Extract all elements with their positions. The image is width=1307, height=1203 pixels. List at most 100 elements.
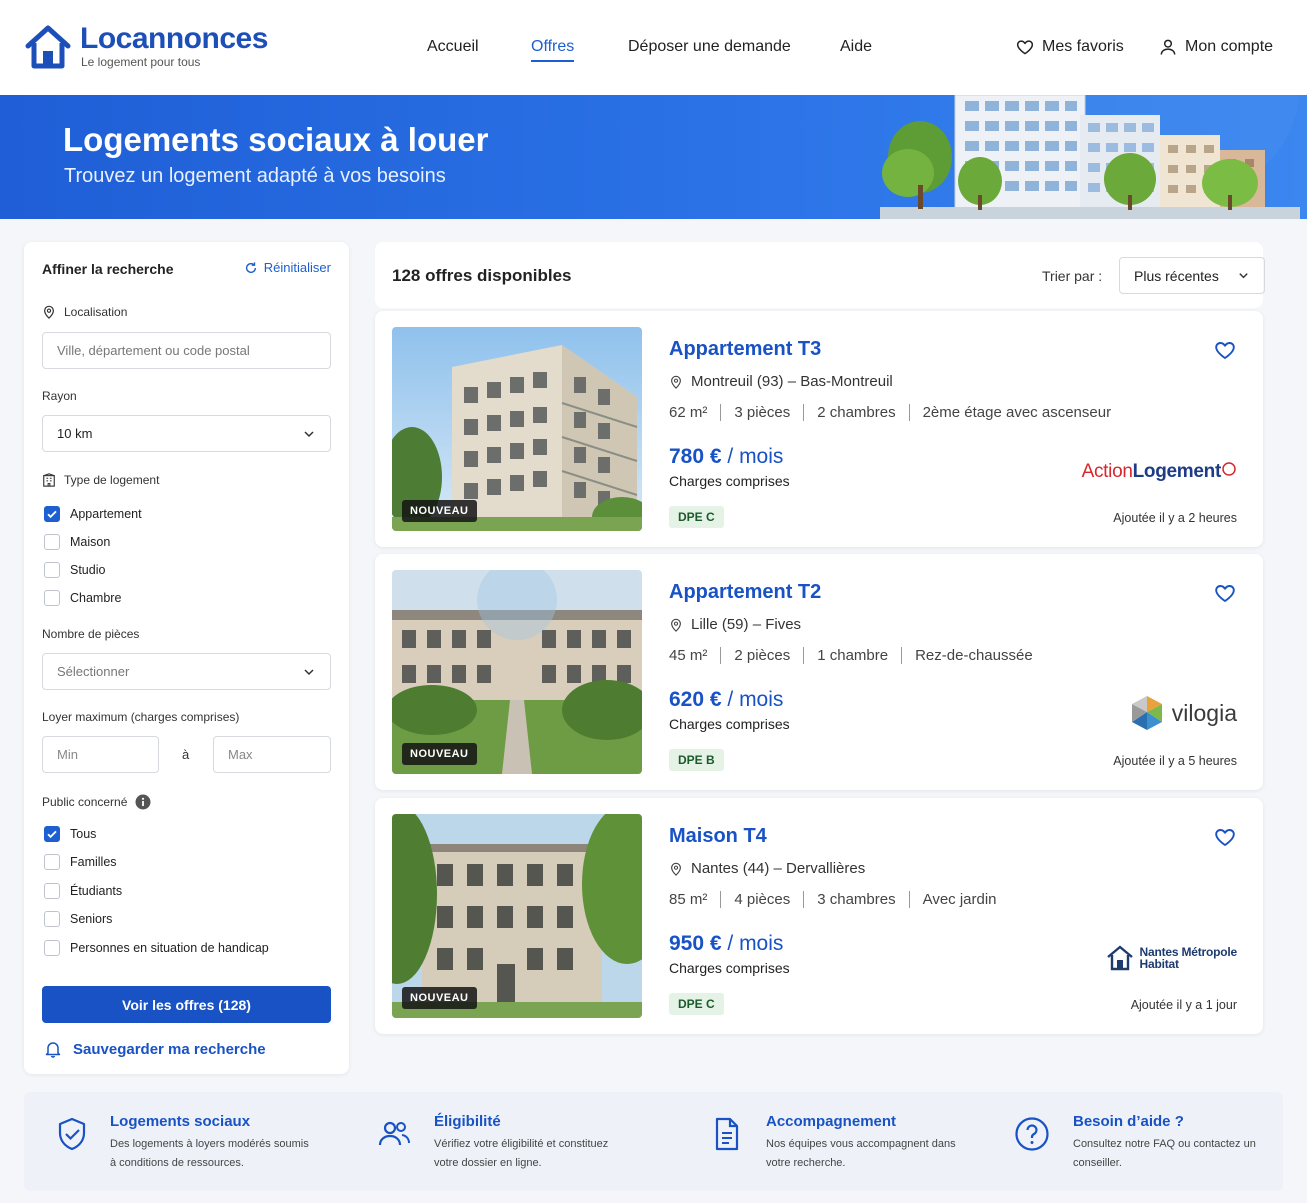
listing-photo[interactable]: NOUVEAU bbox=[392, 814, 642, 1018]
provider-name: vilogia bbox=[1171, 699, 1237, 726]
map-pin-icon bbox=[671, 862, 681, 876]
feature-desc: Consultez notre FAQ ou contactez un cons… bbox=[1073, 1138, 1256, 1169]
sort-select[interactable]: Plus récentes bbox=[1119, 257, 1265, 294]
nmh-house-icon bbox=[1106, 945, 1133, 971]
filters-panel: Affiner la recherche Réinitialiser Local… bbox=[24, 242, 349, 1074]
listing-specs: 85 m² 4 pièces 3 chambres Avec jardin bbox=[669, 891, 997, 908]
provider-logo-actionlogement: ActionLogement bbox=[1082, 461, 1237, 483]
spec-divider bbox=[720, 891, 722, 908]
spec-divider bbox=[908, 404, 910, 421]
checkbox-label: Familles bbox=[70, 855, 117, 869]
spec-bedrooms: 3 chambres bbox=[817, 891, 896, 908]
checkbox-appartement[interactable]: Appartement bbox=[44, 506, 142, 522]
rent-label: Loyer maximum (charges comprises) bbox=[42, 710, 240, 724]
provider-mark-icon bbox=[1222, 462, 1236, 476]
listing-card[interactable]: NOUVEAU Appartement T3 Montreuil (93) – … bbox=[375, 311, 1263, 547]
checkbox-unchecked[interactable] bbox=[44, 911, 60, 927]
listing-specs: 62 m² 3 pièces 2 chambres 2ème étage ave… bbox=[669, 404, 1111, 421]
reset-button[interactable]: Réinitialiser bbox=[244, 260, 331, 275]
checkbox-unchecked[interactable] bbox=[44, 940, 60, 956]
checkbox-etudiants[interactable]: Étudiants bbox=[44, 883, 122, 899]
nav-accueil[interactable]: Accueil bbox=[427, 38, 479, 60]
users-icon bbox=[378, 1121, 410, 1146]
account-link[interactable]: Mon compte bbox=[1158, 37, 1273, 57]
feature-besoin-aide[interactable]: Besoin d’aide ? Consultez notre FAQ ou c… bbox=[1014, 1092, 1274, 1191]
spec-divider bbox=[803, 891, 805, 908]
listing-charges: Charges comprises bbox=[669, 716, 790, 732]
checkbox-maison[interactable]: Maison bbox=[44, 534, 110, 550]
feature-title: Éligibilité bbox=[434, 1113, 501, 1130]
logo[interactable]: Locannonces Le logement pour tous bbox=[24, 24, 268, 70]
listing-photo[interactable]: NOUVEAU bbox=[392, 327, 642, 531]
listing-added-time: Ajoutée il y a 1 jour bbox=[1130, 998, 1237, 1012]
listing-location-text: Lille (59) – Fives bbox=[691, 616, 802, 633]
favorite-heart-icon[interactable] bbox=[1213, 581, 1237, 605]
feature-eligibilite: Éligibilité Vérifiez votre éligibilité e… bbox=[376, 1092, 676, 1191]
checkbox-unchecked[interactable] bbox=[44, 562, 60, 578]
housing-type-label: Type de logement bbox=[42, 473, 159, 487]
info-icon[interactable] bbox=[135, 794, 151, 810]
listing-added-time: Ajoutée il y a 2 heures bbox=[1113, 511, 1237, 525]
listing-card[interactable]: NOUVEAU Appartement T2 Lille (59) – Five… bbox=[375, 554, 1263, 790]
listing-title[interactable]: Appartement T2 bbox=[669, 581, 821, 604]
brand-name: Locannonces bbox=[80, 22, 268, 55]
nav-deposer-demande[interactable]: Déposer une demande bbox=[628, 38, 791, 60]
checkbox-checked[interactable] bbox=[44, 826, 60, 842]
checkbox-label: Studio bbox=[70, 563, 106, 577]
spec-divider bbox=[901, 647, 903, 664]
feature-desc: Vérifiez votre éligibilité et constituez… bbox=[434, 1138, 609, 1169]
save-search-link[interactable]: Sauvegarder ma recherche bbox=[44, 1040, 266, 1058]
feature-accompagnement: Accompagnement Nos équipes vous accompag… bbox=[709, 1092, 1009, 1191]
rent-max-input[interactable]: Max bbox=[213, 736, 331, 773]
rent-min-input[interactable]: Min bbox=[42, 736, 159, 773]
checkbox-seniors[interactable]: Seniors bbox=[44, 911, 112, 927]
see-offers-button[interactable]: Voir les offres (128) bbox=[42, 986, 331, 1023]
map-pin-icon bbox=[671, 618, 681, 632]
spec-divider bbox=[720, 404, 722, 421]
checkbox-handicap[interactable]: Personnes en situation de handicap bbox=[44, 940, 269, 956]
listing-card[interactable]: NOUVEAU Maison T4 Nantes (44) – Dervalli… bbox=[375, 798, 1263, 1034]
checkbox-studio[interactable]: Studio bbox=[44, 562, 105, 578]
favorite-heart-icon[interactable] bbox=[1213, 825, 1237, 849]
checkbox-unchecked[interactable] bbox=[44, 534, 60, 550]
favorites-link[interactable]: Mes favoris bbox=[1015, 37, 1124, 57]
listing-title[interactable]: Appartement T3 bbox=[669, 338, 821, 361]
listing-title[interactable]: Maison T4 bbox=[669, 825, 767, 848]
nav-offres[interactable]: Offres bbox=[531, 38, 575, 62]
price-amount: 950 € bbox=[669, 932, 722, 955]
rent-separator: à bbox=[182, 747, 190, 762]
rooms-placeholder: Sélectionner bbox=[57, 664, 130, 679]
checkbox-label: Chambre bbox=[70, 591, 122, 605]
checkbox-familles[interactable]: Familles bbox=[44, 854, 117, 870]
heart-icon bbox=[1016, 40, 1034, 55]
listing-specs: 45 m² 2 pièces 1 chambre Rez-de-chaussée bbox=[669, 647, 1033, 664]
features-strip: Logements sociaux Des logements à loyers… bbox=[24, 1092, 1283, 1191]
spec-rooms: 3 pièces bbox=[734, 404, 791, 421]
favorite-heart-icon[interactable] bbox=[1213, 338, 1237, 362]
location-label: Localisation bbox=[42, 305, 127, 319]
spec-divider bbox=[908, 891, 910, 908]
checkbox-unchecked[interactable] bbox=[44, 883, 60, 899]
checkbox-unchecked[interactable] bbox=[44, 590, 60, 606]
spec-extra-sup: 2ème bbox=[922, 404, 961, 421]
checkbox-tous[interactable]: Tous bbox=[44, 826, 96, 842]
hero-banner: Logements sociaux à louer Trouvez un log… bbox=[0, 95, 1307, 219]
checkbox-unchecked[interactable] bbox=[44, 854, 60, 870]
check-icon bbox=[47, 510, 57, 519]
feature-logements-sociaux: Logements sociaux Des logements à loyers… bbox=[54, 1092, 354, 1191]
shield-check-icon bbox=[58, 1117, 86, 1151]
nav-aide[interactable]: Aide bbox=[840, 38, 872, 60]
checkbox-checked[interactable] bbox=[44, 506, 60, 522]
listing-photo[interactable]: NOUVEAU bbox=[392, 570, 642, 774]
spec-divider bbox=[803, 647, 805, 664]
bell-icon bbox=[45, 1042, 61, 1058]
map-pin-icon bbox=[44, 305, 54, 319]
checkbox-label: Maison bbox=[70, 535, 111, 549]
checkbox-label: Tous bbox=[70, 827, 97, 841]
location-input[interactable]: Ville, département ou code postal bbox=[42, 332, 331, 369]
radius-select[interactable]: 10 km bbox=[42, 415, 331, 452]
vilogia-mark-icon bbox=[1131, 696, 1162, 730]
checkbox-chambre[interactable]: Chambre bbox=[44, 590, 121, 606]
rooms-select[interactable]: Sélectionner bbox=[42, 653, 331, 690]
user-icon bbox=[1160, 39, 1176, 55]
